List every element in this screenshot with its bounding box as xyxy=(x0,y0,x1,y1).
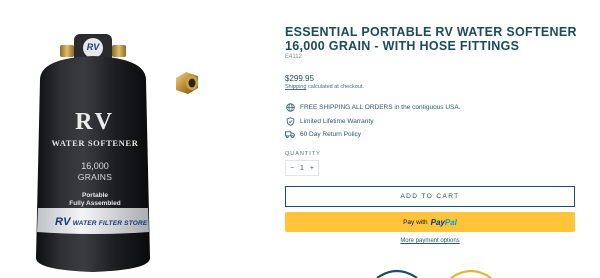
paypal-logo-pal: Pal xyxy=(444,217,457,227)
quantity-decrease-button[interactable]: − xyxy=(290,165,294,172)
quantity-stepper: − 1 + xyxy=(285,160,319,176)
product-price: $299.95 xyxy=(285,74,314,83)
perk-text: FREE SHIPPING ALL ORDERS in the contiguo… xyxy=(300,103,461,111)
product-sku: E4112 xyxy=(285,54,302,60)
quantity-input[interactable]: 1 xyxy=(300,165,304,172)
trust-badges xyxy=(376,269,492,278)
paypal-logo-pay: Pay xyxy=(430,217,445,227)
trust-badge-blue xyxy=(376,269,418,278)
perk-returns: 60 Day Return Policy xyxy=(285,129,361,139)
quantity-label: QUANTITY xyxy=(285,151,321,157)
perk-free-shipping: FREE SHIPPING ALL ORDERS in the contiguo… xyxy=(285,102,461,112)
paypal-button-label: Pay with xyxy=(403,218,428,226)
tank-water-softener-label: WATER SOFTENER xyxy=(51,138,139,148)
globe-icon xyxy=(285,102,295,112)
tank-portable-label: Portable xyxy=(81,192,108,199)
perk-warranty: Limited Lifetime Warranty xyxy=(285,116,373,126)
paypal-button[interactable]: Pay with Pay Pal xyxy=(285,212,575,232)
shipping-note: Shipping calculated at checkout. xyxy=(285,84,364,90)
product-title: ESSENTIAL PORTABLE RV WATER SOFTENER 16,… xyxy=(285,25,577,53)
tank-rv-label: RV xyxy=(75,109,115,135)
perk-text: Limited Lifetime Warranty xyxy=(300,117,374,125)
tank-grains-word: GRAINS xyxy=(77,172,113,182)
perk-text: 60 Day Return Policy xyxy=(300,130,362,138)
trust-badge-gold xyxy=(450,269,492,278)
tank-fully-assembled-label: Fully Assembled xyxy=(69,200,121,207)
tank-grains-number: 16,000 xyxy=(81,161,109,171)
shipping-link[interactable]: Shipping xyxy=(285,84,306,90)
hose-fitting-image xyxy=(176,72,198,94)
truck-icon xyxy=(285,129,295,139)
more-payment-options-link[interactable]: More payment options xyxy=(285,238,575,244)
add-to-cart-button[interactable]: ADD TO CART xyxy=(285,186,575,207)
cap-logo: RV xyxy=(86,42,100,52)
shield-icon xyxy=(285,116,295,126)
quantity-increase-button[interactable]: + xyxy=(310,165,314,172)
tank-brand-logo: RV WATER FILTER STORE xyxy=(55,216,148,228)
product-image[interactable]: RV RV WATER SOFTENER 16,000 GRAINS Porta… xyxy=(0,0,270,278)
